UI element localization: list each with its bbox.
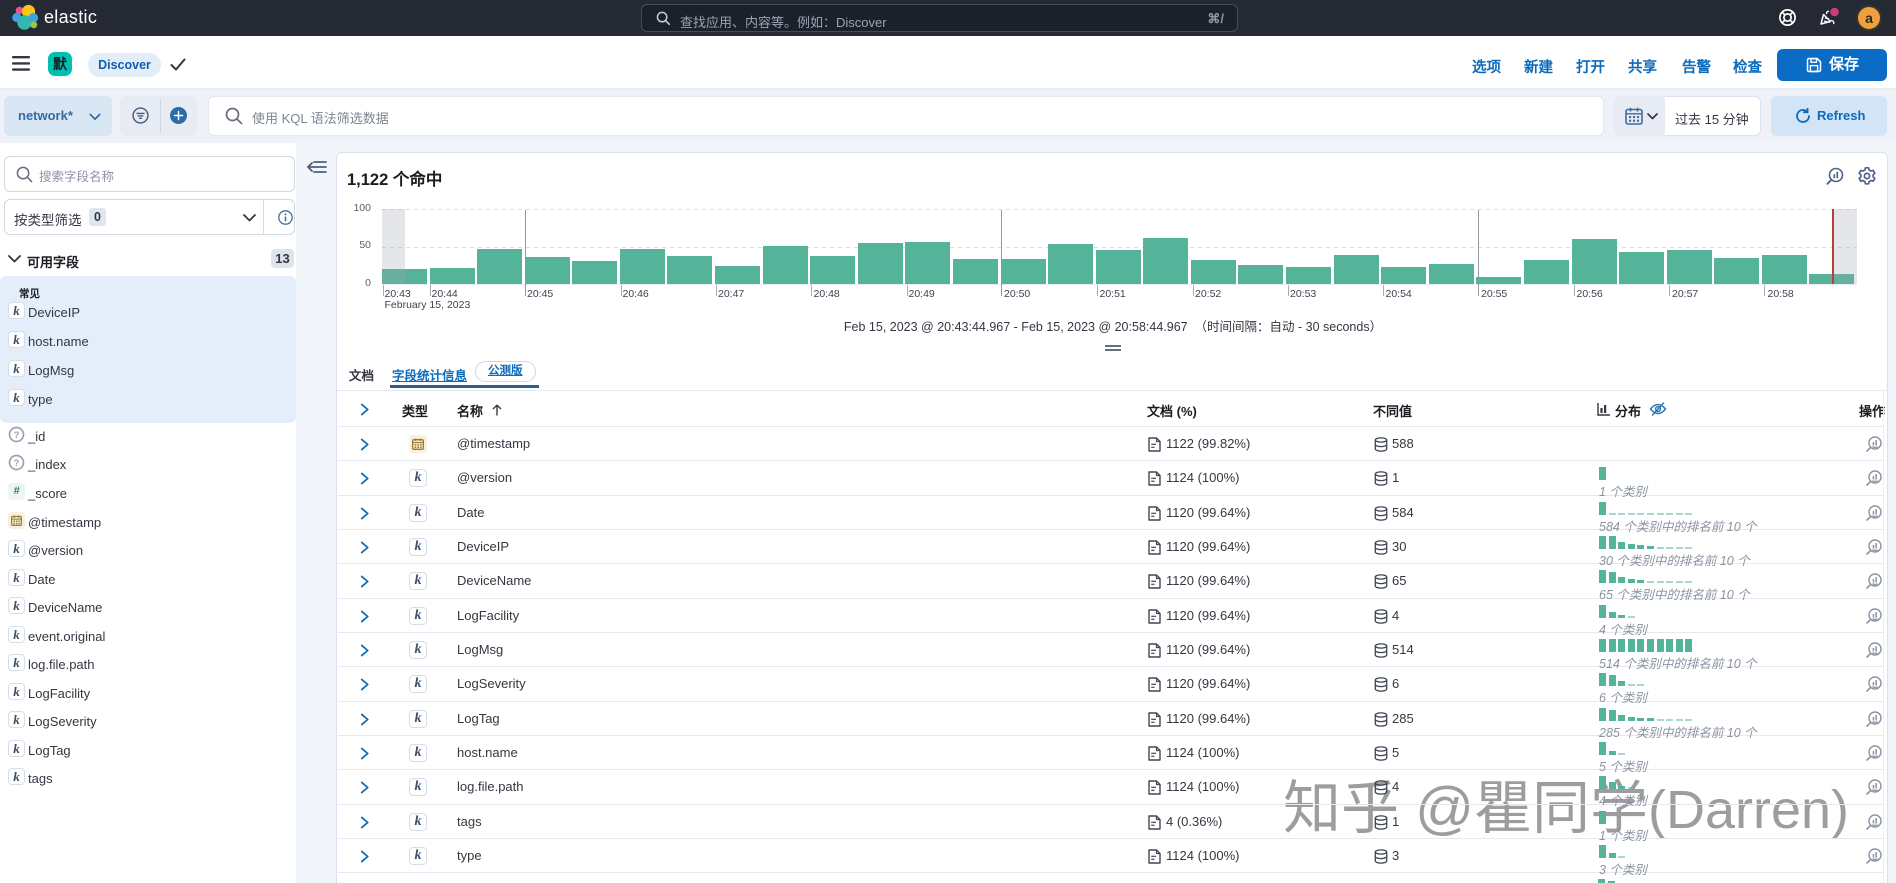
svg-text:?: ? (14, 430, 20, 441)
svg-text:?: ? (14, 458, 20, 469)
